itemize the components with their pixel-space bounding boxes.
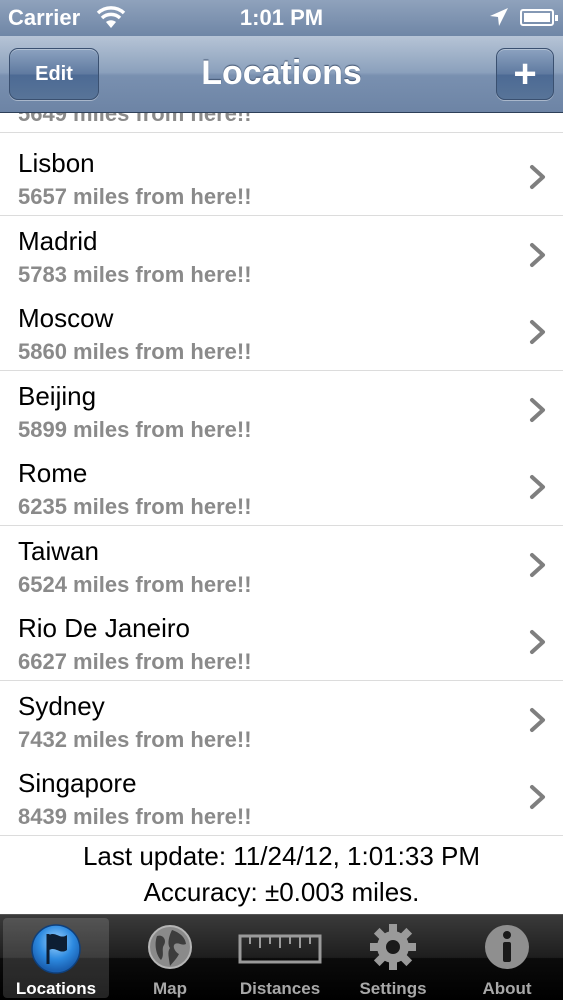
list-item[interactable]: Taiwan 6524 miles from here!! [0,526,563,604]
list-item[interactable]: Rio De Janeiro 6627 miles from here!! [0,603,563,681]
location-distance: 8439 miles from here!! [18,804,252,829]
list-item[interactable]: Moscow 5860 miles from here!! [0,293,563,371]
tab-about[interactable]: About [454,918,560,998]
chevron-right-icon [530,398,545,422]
status-time: 1:01 PM [239,5,324,30]
location-name: Beijing [18,381,97,411]
tab-label: Locations [15,979,97,998]
list-item[interactable]: Lisbon 5657 miles from here!! [0,138,563,216]
locations-list[interactable]: 5649 miles from here!! Lisbon 5657 miles… [0,113,563,837]
tab-locations[interactable]: Locations [3,918,109,998]
location-name: Moscow [18,303,114,333]
location-distance: 7432 miles from here!! [18,727,252,752]
list-item[interactable]: Madrid 5783 miles from here!! [0,216,563,294]
tab-label: Distances [239,979,321,998]
location-name: Singapore [18,768,137,798]
chevron-right-icon [530,553,545,577]
chevron-right-icon [530,165,545,189]
chevron-right-icon [530,630,545,654]
last-update-text: Last update: 11/24/12, 1:01:33 PM [82,841,481,871]
globe-icon [148,925,192,969]
chevron-right-icon [530,708,545,732]
tab-bar: Locations Map Distances Settings About [0,914,563,1000]
accuracy-text: Accuracy: ±0.003 miles. [143,877,420,907]
chevron-right-icon [530,320,545,344]
location-distance: 5899 miles from here!! [18,417,252,442]
location-arrow-icon [490,8,508,26]
info-icon [485,925,529,969]
location-distance: 6524 miles from here!! [18,572,252,597]
add-location-button[interactable]: + [496,48,554,100]
tab-map[interactable]: Map [117,918,223,998]
location-name: Sydney [18,691,105,721]
tab-label: Settings [359,979,427,998]
tab-label: Map [153,979,187,998]
location-name: Madrid [18,226,98,256]
list-item[interactable]: Rome 6235 miles from here!! [0,448,563,526]
gear-icon [370,924,416,970]
tab-settings[interactable]: Settings [340,918,446,998]
status-bar: Carrier 1:01 PM [0,0,563,36]
battery-icon [520,9,558,26]
list-item[interactable]: Beijing 5899 miles from here!! [0,371,563,449]
chevron-right-icon [530,785,545,809]
location-distance: 5657 miles from here!! [18,184,252,209]
location-distance: 5649 miles from here!! [18,113,252,126]
ruler-icon [238,934,322,964]
location-name: Rome [18,458,88,488]
navigation-bar: Edit Locations + [0,36,563,113]
tab-distances[interactable]: Distances [227,918,333,998]
location-distance: 6627 miles from here!! [18,649,252,674]
list-item[interactable]: Singapore 8439 miles from here!! [0,758,563,836]
list-item[interactable]: 5649 miles from here!! [0,113,563,133]
update-info: Last update: 11/24/12, 1:01:33 PM Accura… [0,838,563,914]
location-name: Taiwan [18,536,99,566]
page-title: Locations [201,54,362,92]
tab-label: About [482,979,532,998]
location-distance: 6235 miles from here!! [18,494,252,519]
chevron-right-icon [530,475,545,499]
location-name: Rio De Janeiro [18,613,190,643]
location-distance: 5860 miles from here!! [18,339,252,364]
location-distance: 5783 miles from here!! [18,262,252,287]
chevron-right-icon [530,243,545,267]
location-name: Lisbon [18,148,95,178]
flag-icon [31,924,81,974]
list-item[interactable]: Sydney 7432 miles from here!! [0,681,563,759]
